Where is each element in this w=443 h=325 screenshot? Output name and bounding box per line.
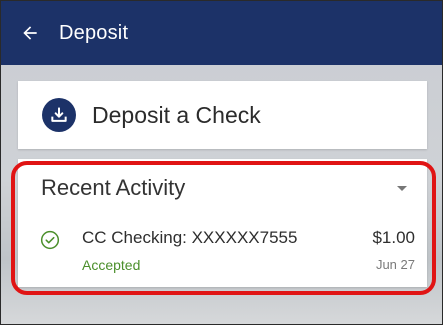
activity-account: CC Checking: XXXXXX7555 xyxy=(82,228,298,247)
recent-activity-header[interactable]: Recent Activity xyxy=(18,159,427,217)
check-circle-icon xyxy=(40,230,60,250)
deposit-tray-icon xyxy=(42,98,76,132)
arrow-left-icon xyxy=(23,26,37,40)
page-title: Deposit xyxy=(59,21,129,44)
dropdown-caret-icon xyxy=(397,185,407,191)
back-button[interactable] xyxy=(1,1,59,65)
recent-activity-title: Recent Activity xyxy=(41,175,186,200)
activity-amount: $1.00 xyxy=(372,228,415,247)
activity-date: Jun 27 xyxy=(375,257,415,272)
screen: Deposit Deposit a Check Recent Activity … xyxy=(0,0,443,325)
activity-item[interactable]: CC Checking: XXXXXX7555 Accepted $1.00 J… xyxy=(18,217,427,277)
deposit-check-card[interactable]: Deposit a Check xyxy=(18,81,427,149)
recent-activity-card: Recent Activity CC Checking: XXXXXX7555 … xyxy=(18,159,427,287)
activity-status: Accepted xyxy=(82,257,141,273)
app-bar: Deposit xyxy=(1,1,442,65)
deposit-check-label: Deposit a Check xyxy=(92,101,261,128)
